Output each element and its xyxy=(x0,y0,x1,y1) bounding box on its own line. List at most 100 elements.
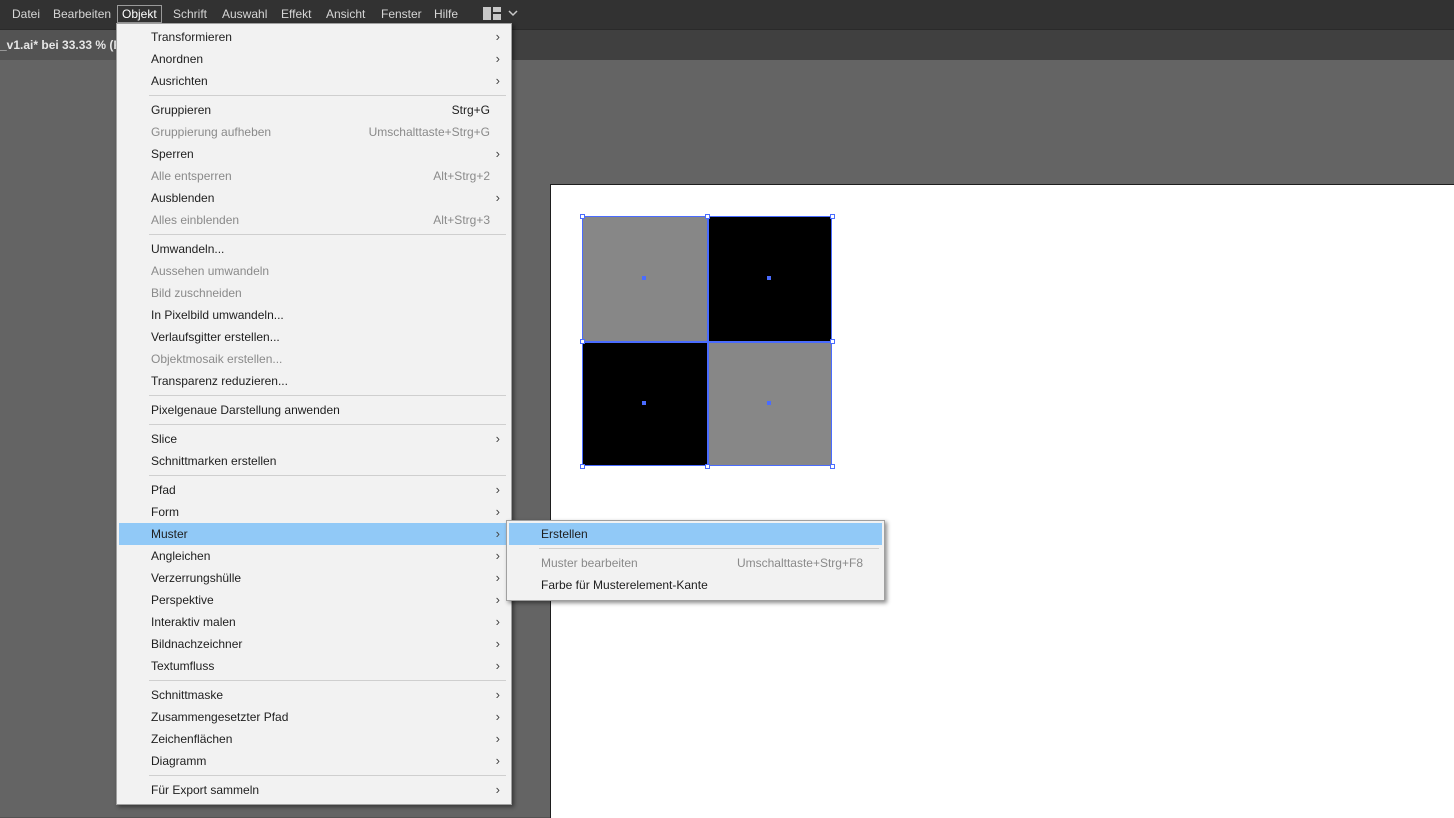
objekt-menu-item-transformieren[interactable]: Transformieren › xyxy=(119,26,509,48)
menu-item-label: Diagramm xyxy=(151,754,207,768)
menu-datei[interactable]: Datei xyxy=(8,5,44,23)
objekt-menu-item-verzerrungshulle[interactable]: Verzerrungshülle › xyxy=(119,567,509,589)
objekt-menu-item-in-pixelbild-umwandeln[interactable]: In Pixelbild umwandeln... xyxy=(119,304,509,326)
objekt-menu-item-verlaufsgitter-erstellen[interactable]: Verlaufsgitter erstellen... xyxy=(119,326,509,348)
objekt-menu-item-alles-einblenden[interactable]: Alles einblenden Alt+Strg+3 xyxy=(119,209,509,231)
menu-item-label: Zeichenflächen xyxy=(151,732,233,746)
chevron-right-icon: › xyxy=(495,709,500,724)
selection-handle[interactable] xyxy=(705,464,710,469)
objekt-menu-item-gruppieren[interactable]: Gruppieren Strg+G xyxy=(119,99,509,121)
menu-separator xyxy=(149,775,506,776)
selection-handle[interactable] xyxy=(830,339,835,344)
menu-item-label: Perspektive xyxy=(151,593,214,607)
objekt-menu-item-muster[interactable]: Muster › xyxy=(119,523,509,545)
menu-item-label: Sperren xyxy=(151,147,194,161)
chevron-right-icon: › xyxy=(495,190,500,205)
objekt-menu-item-fur-export-sammeln[interactable]: Für Export sammeln › xyxy=(119,779,509,801)
selection-handle[interactable] xyxy=(580,214,585,219)
objekt-menu-item-slice[interactable]: Slice › xyxy=(119,428,509,450)
objekt-menu-item-angleichen[interactable]: Angleichen › xyxy=(119,545,509,567)
menu-separator xyxy=(149,395,506,396)
menu-objekt[interactable]: Objekt xyxy=(117,5,162,23)
chevron-down-icon[interactable] xyxy=(508,6,518,20)
chevron-right-icon: › xyxy=(495,29,500,44)
selection-handle[interactable] xyxy=(580,339,585,344)
objekt-menu-item-gruppierung-aufheben[interactable]: Gruppierung aufheben Umschalttaste+Strg+G xyxy=(119,121,509,143)
menu-item-label: Muster bearbeiten xyxy=(541,556,638,570)
objekt-menu-item-alle-entsperren[interactable]: Alle entsperren Alt+Strg+2 xyxy=(119,165,509,187)
muster-menu-item-erstellen[interactable]: Erstellen xyxy=(509,523,882,545)
menu-item-label: Slice xyxy=(151,432,178,446)
chevron-right-icon: › xyxy=(495,526,500,541)
menu-ansicht[interactable]: Ansicht xyxy=(322,5,369,23)
menu-bearbeiten[interactable]: Bearbeiten xyxy=(49,5,115,23)
chevron-right-icon: › xyxy=(495,636,500,651)
chevron-right-icon: › xyxy=(495,548,500,563)
menu-auswahl[interactable]: Auswahl xyxy=(218,5,271,23)
menu-item-label: Muster xyxy=(151,527,188,541)
chevron-right-icon: › xyxy=(495,731,500,746)
selection-handle[interactable] xyxy=(580,464,585,469)
menu-item-label: Alles einblenden xyxy=(151,213,240,227)
objekt-menu-item-bildnachzeichner[interactable]: Bildnachzeichner › xyxy=(119,633,509,655)
menu-item-label: Anordnen xyxy=(151,52,204,66)
objekt-menu-item-pfad[interactable]: Pfad › xyxy=(119,479,509,501)
chevron-right-icon: › xyxy=(495,570,500,585)
menu-separator xyxy=(149,424,506,425)
chevron-right-icon: › xyxy=(495,51,500,66)
menu-hilfe[interactable]: Hilfe xyxy=(430,5,462,23)
menu-effekt[interactable]: Effekt xyxy=(277,5,315,23)
objekt-menu-item-zeichenflachen[interactable]: Zeichenflächen › xyxy=(119,728,509,750)
muster-submenu: Erstellen Muster bearbeiten Umschalttaste+… xyxy=(506,520,885,601)
chevron-right-icon: › xyxy=(495,482,500,497)
objekt-menu-item-form[interactable]: Form › xyxy=(119,501,509,523)
objekt-menu-item-textumfluss[interactable]: Textumfluss › xyxy=(119,655,509,677)
menu-item-label: Farbe für Musterelement-Kante xyxy=(541,578,708,592)
muster-menu-item-muster-bearbeiten[interactable]: Muster bearbeiten Umschalttaste+Strg+F8 xyxy=(509,552,882,574)
chevron-right-icon: › xyxy=(495,504,500,519)
menu-item-label: Bild zuschneiden xyxy=(151,286,242,300)
menu-schrift[interactable]: Schrift xyxy=(169,5,211,23)
objekt-menu-item-ausblenden[interactable]: Ausblenden › xyxy=(119,187,509,209)
chevron-right-icon: › xyxy=(495,73,500,88)
objekt-menu-item-schnittmarken-erstellen[interactable]: Schnittmarken erstellen xyxy=(119,450,509,472)
chevron-right-icon: › xyxy=(495,782,500,797)
center-point xyxy=(767,401,771,405)
objekt-menu-item-ausrichten[interactable]: Ausrichten › xyxy=(119,70,509,92)
menu-item-label: Verzerrungshülle xyxy=(151,571,242,585)
chevron-right-icon: › xyxy=(495,658,500,673)
document-tab[interactable]: _v1.ai* bei 33.33 % (RG xyxy=(0,30,120,60)
objekt-menu-item-anordnen[interactable]: Anordnen › xyxy=(119,48,509,70)
menu-separator xyxy=(149,234,506,235)
muster-menu-item-farbe-fur-musterelement-kante[interactable]: Farbe für Musterelement-Kante xyxy=(509,574,882,596)
menu-item-label: Transparenz reduzieren... xyxy=(151,374,288,388)
center-point xyxy=(642,401,646,405)
objekt-menu-item-pixelgenaue-darstellung-anwenden[interactable]: Pixelgenaue Darstellung anwenden xyxy=(119,399,509,421)
objekt-menu-item-sperren[interactable]: Sperren › xyxy=(119,143,509,165)
selection-handle[interactable] xyxy=(830,214,835,219)
menu-separator xyxy=(539,548,879,549)
menu-item-label: Zusammengesetzter Pfad xyxy=(151,710,289,724)
objekt-menu-item-zusammengesetzter-pfad[interactable]: Zusammengesetzter Pfad › xyxy=(119,706,509,728)
center-point xyxy=(642,276,646,280)
objekt-menu-item-diagramm[interactable]: Diagramm › xyxy=(119,750,509,772)
menu-item-label: Form xyxy=(151,505,179,519)
artboard[interactable] xyxy=(550,184,1454,818)
objekt-menu-item-umwandeln[interactable]: Umwandeln... xyxy=(119,238,509,260)
selection-handle[interactable] xyxy=(705,214,710,219)
objekt-menu-item-aussehen-umwandeln[interactable]: Aussehen umwandeln xyxy=(119,260,509,282)
objekt-menu-item-objektmosaik-erstellen[interactable]: Objektmosaik erstellen... xyxy=(119,348,509,370)
menu-item-label: Angleichen xyxy=(151,549,211,563)
menu-item-label: Schnittmarken erstellen xyxy=(151,454,277,468)
menu-fenster[interactable]: Fenster xyxy=(377,5,426,23)
layout-grid-icon[interactable] xyxy=(483,7,501,20)
objekt-menu-item-bild-zuschneiden[interactable]: Bild zuschneiden xyxy=(119,282,509,304)
menu-item-label: Transformieren xyxy=(151,30,232,44)
objekt-menu-item-interaktiv-malen[interactable]: Interaktiv malen › xyxy=(119,611,509,633)
menu-separator xyxy=(149,475,506,476)
objekt-menu-item-schnittmaske[interactable]: Schnittmaske › xyxy=(119,684,509,706)
objekt-menu-item-perspektive[interactable]: Perspektive › xyxy=(119,589,509,611)
objekt-menu-item-transparenz-reduzieren[interactable]: Transparenz reduzieren... xyxy=(119,370,509,392)
selection-handle[interactable] xyxy=(830,464,835,469)
menu-item-label: Interaktiv malen xyxy=(151,615,236,629)
